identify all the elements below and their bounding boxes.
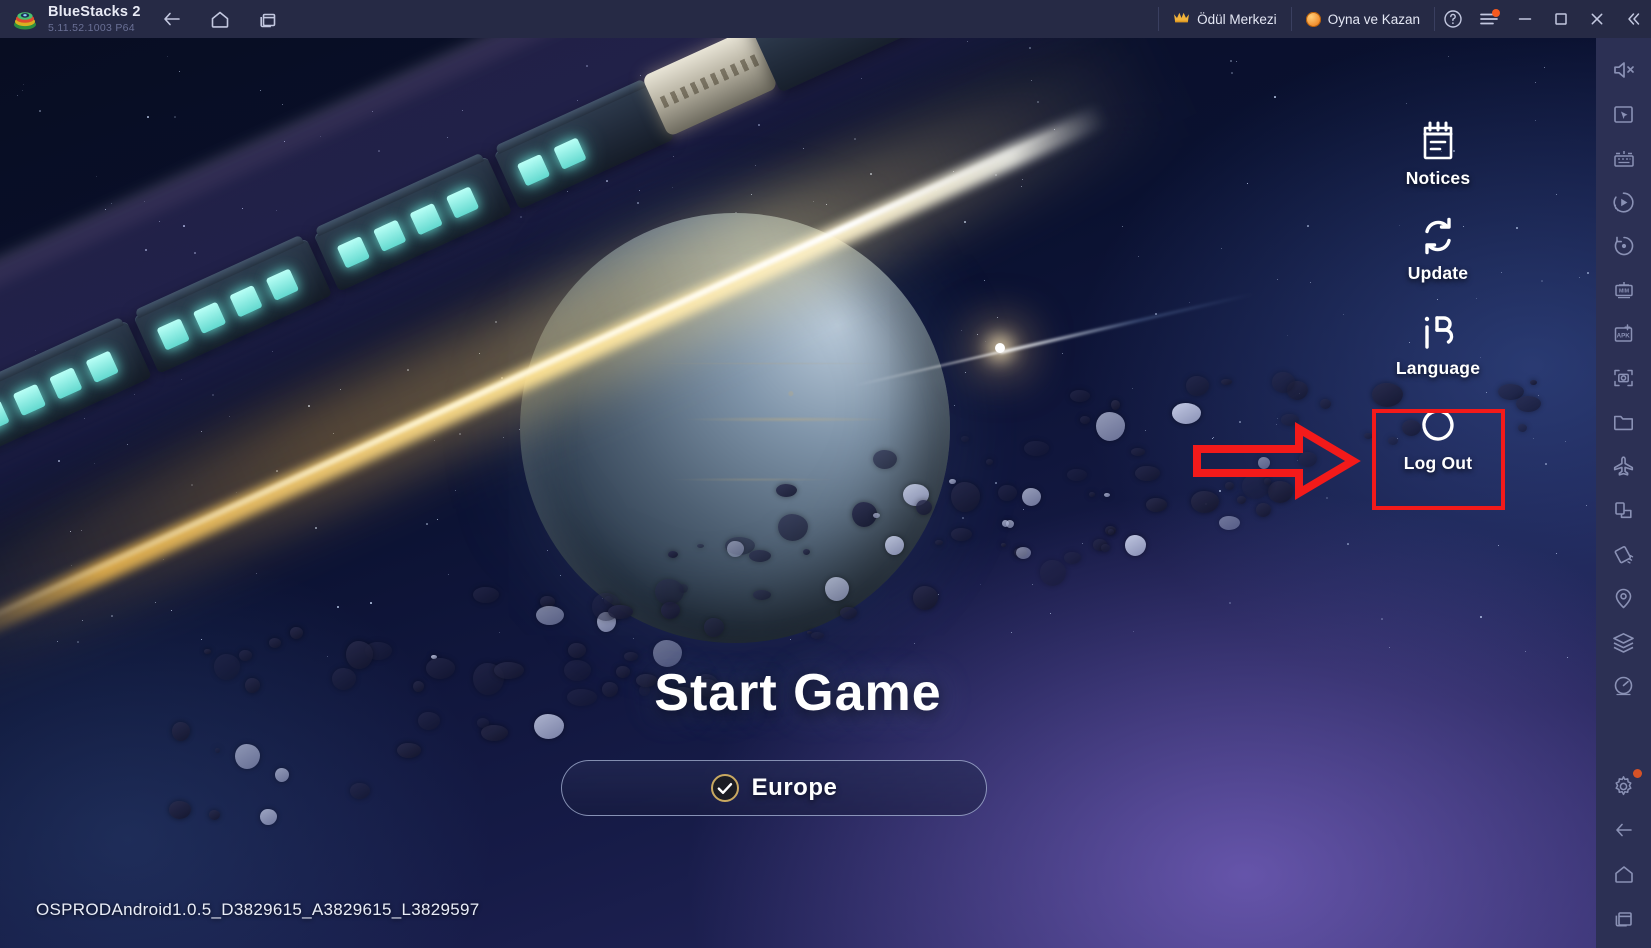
game-viewport[interactable]: Start Game Europe OSPRODAndroid1.0.5_D38…	[0, 38, 1596, 948]
titlebar-back-button[interactable]	[155, 2, 189, 36]
bluestacks-window: BlueStacks 2 5.11.52.1003 P64 Ödül Merke…	[0, 0, 1651, 948]
sidebar-back-button[interactable]	[1602, 808, 1646, 852]
annotation-arrow-icon	[1193, 421, 1361, 501]
sidebar-media-manager-button[interactable]	[1602, 400, 1646, 444]
sidebar-shake-button[interactable]	[1602, 444, 1646, 488]
bluestacks-logo-icon	[12, 6, 38, 32]
notice-board-icon	[1418, 116, 1458, 162]
game-menu-item-log-out[interactable]: Log Out	[1372, 401, 1504, 474]
help-button[interactable]	[1435, 0, 1471, 38]
start-game-title[interactable]: Start Game	[0, 663, 1596, 723]
build-version-text: OSPRODAndroid1.0.5_D3829615_A3829615_L38…	[36, 900, 480, 919]
sidebar-keymapping-button[interactable]	[1602, 136, 1646, 180]
sidebar-multi-instance-manager-button[interactable]: MIM	[1602, 268, 1646, 312]
app-title-block: BlueStacks 2 5.11.52.1003 P64	[48, 5, 141, 33]
menu-notification-dot	[1492, 9, 1500, 17]
play-and-earn-button[interactable]: Oyna ve Kazan	[1292, 0, 1434, 38]
reward-center-label: Ödül Merkezi	[1197, 11, 1277, 27]
sidebar-performance-button[interactable]	[1602, 664, 1646, 708]
server-name: Europe	[751, 774, 838, 801]
sidebar-tilt-button[interactable]	[1602, 532, 1646, 576]
titlebar-home-button[interactable]	[203, 2, 237, 36]
game-menu-label: Log Out	[1403, 453, 1473, 473]
title-bar: BlueStacks 2 5.11.52.1003 P64 Ödül Merke…	[0, 0, 1651, 38]
sidebar-rotate-button[interactable]	[1602, 488, 1646, 532]
game-side-menu: Notices Update Language Log Out	[1372, 116, 1504, 496]
check-circle-icon	[710, 774, 739, 802]
server-select-button[interactable]: Europe	[561, 760, 987, 816]
language-glyph-icon	[1417, 306, 1459, 352]
sidebar-recents-button[interactable]	[1602, 896, 1646, 940]
sidebar-mute-button[interactable]	[1602, 48, 1646, 92]
sidebar-install-apk-button[interactable]: APK	[1602, 312, 1646, 356]
settings-notification-dot	[1632, 769, 1642, 778]
refresh-cycle-icon	[1417, 211, 1459, 257]
minimize-button[interactable]	[1507, 0, 1543, 38]
sidebar-macro-recorder-button[interactable]	[1602, 180, 1646, 224]
game-menu-item-notices[interactable]: Notices	[1372, 116, 1504, 189]
game-menu-label: Language	[1395, 358, 1481, 378]
svg-text:APK: APK	[1617, 333, 1631, 340]
coin-icon	[1305, 11, 1321, 27]
close-button[interactable]	[1579, 0, 1615, 38]
maximize-button[interactable]	[1543, 0, 1579, 38]
game-menu-item-language[interactable]: Language	[1372, 306, 1504, 379]
game-menu-label: Update	[1407, 263, 1469, 283]
crown-icon	[1173, 11, 1190, 27]
app-version: 5.11.52.1003 P64	[48, 21, 135, 34]
collapse-sidebar-button[interactable]	[1615, 0, 1651, 38]
game-menu-label: Notices	[1405, 168, 1471, 188]
bluestacks-sidebar: MIM APK	[1596, 0, 1651, 948]
reward-center-button[interactable]: Ödül Merkezi	[1159, 0, 1291, 38]
power-ring-icon	[1417, 401, 1459, 447]
game-menu-item-update[interactable]: Update	[1372, 211, 1504, 284]
sidebar-eco-mode-button[interactable]	[1602, 224, 1646, 268]
play-and-earn-label: Oyna ve Kazan	[1327, 11, 1420, 27]
sidebar-screenshot-button[interactable]	[1602, 356, 1646, 400]
titlebar-multi-instance-button[interactable]	[251, 2, 285, 36]
hamburger-menu-button[interactable]	[1471, 0, 1507, 38]
app-title: BlueStacks 2	[48, 4, 141, 20]
sidebar-layers-button[interactable]	[1602, 620, 1646, 664]
sidebar-game-controls-button[interactable]	[1602, 92, 1646, 136]
sidebar-settings-button[interactable]	[1602, 764, 1646, 808]
sidebar-home-button[interactable]	[1602, 852, 1646, 896]
sidebar-location-button[interactable]	[1602, 576, 1646, 620]
svg-text:MIM: MIM	[1618, 288, 1628, 294]
